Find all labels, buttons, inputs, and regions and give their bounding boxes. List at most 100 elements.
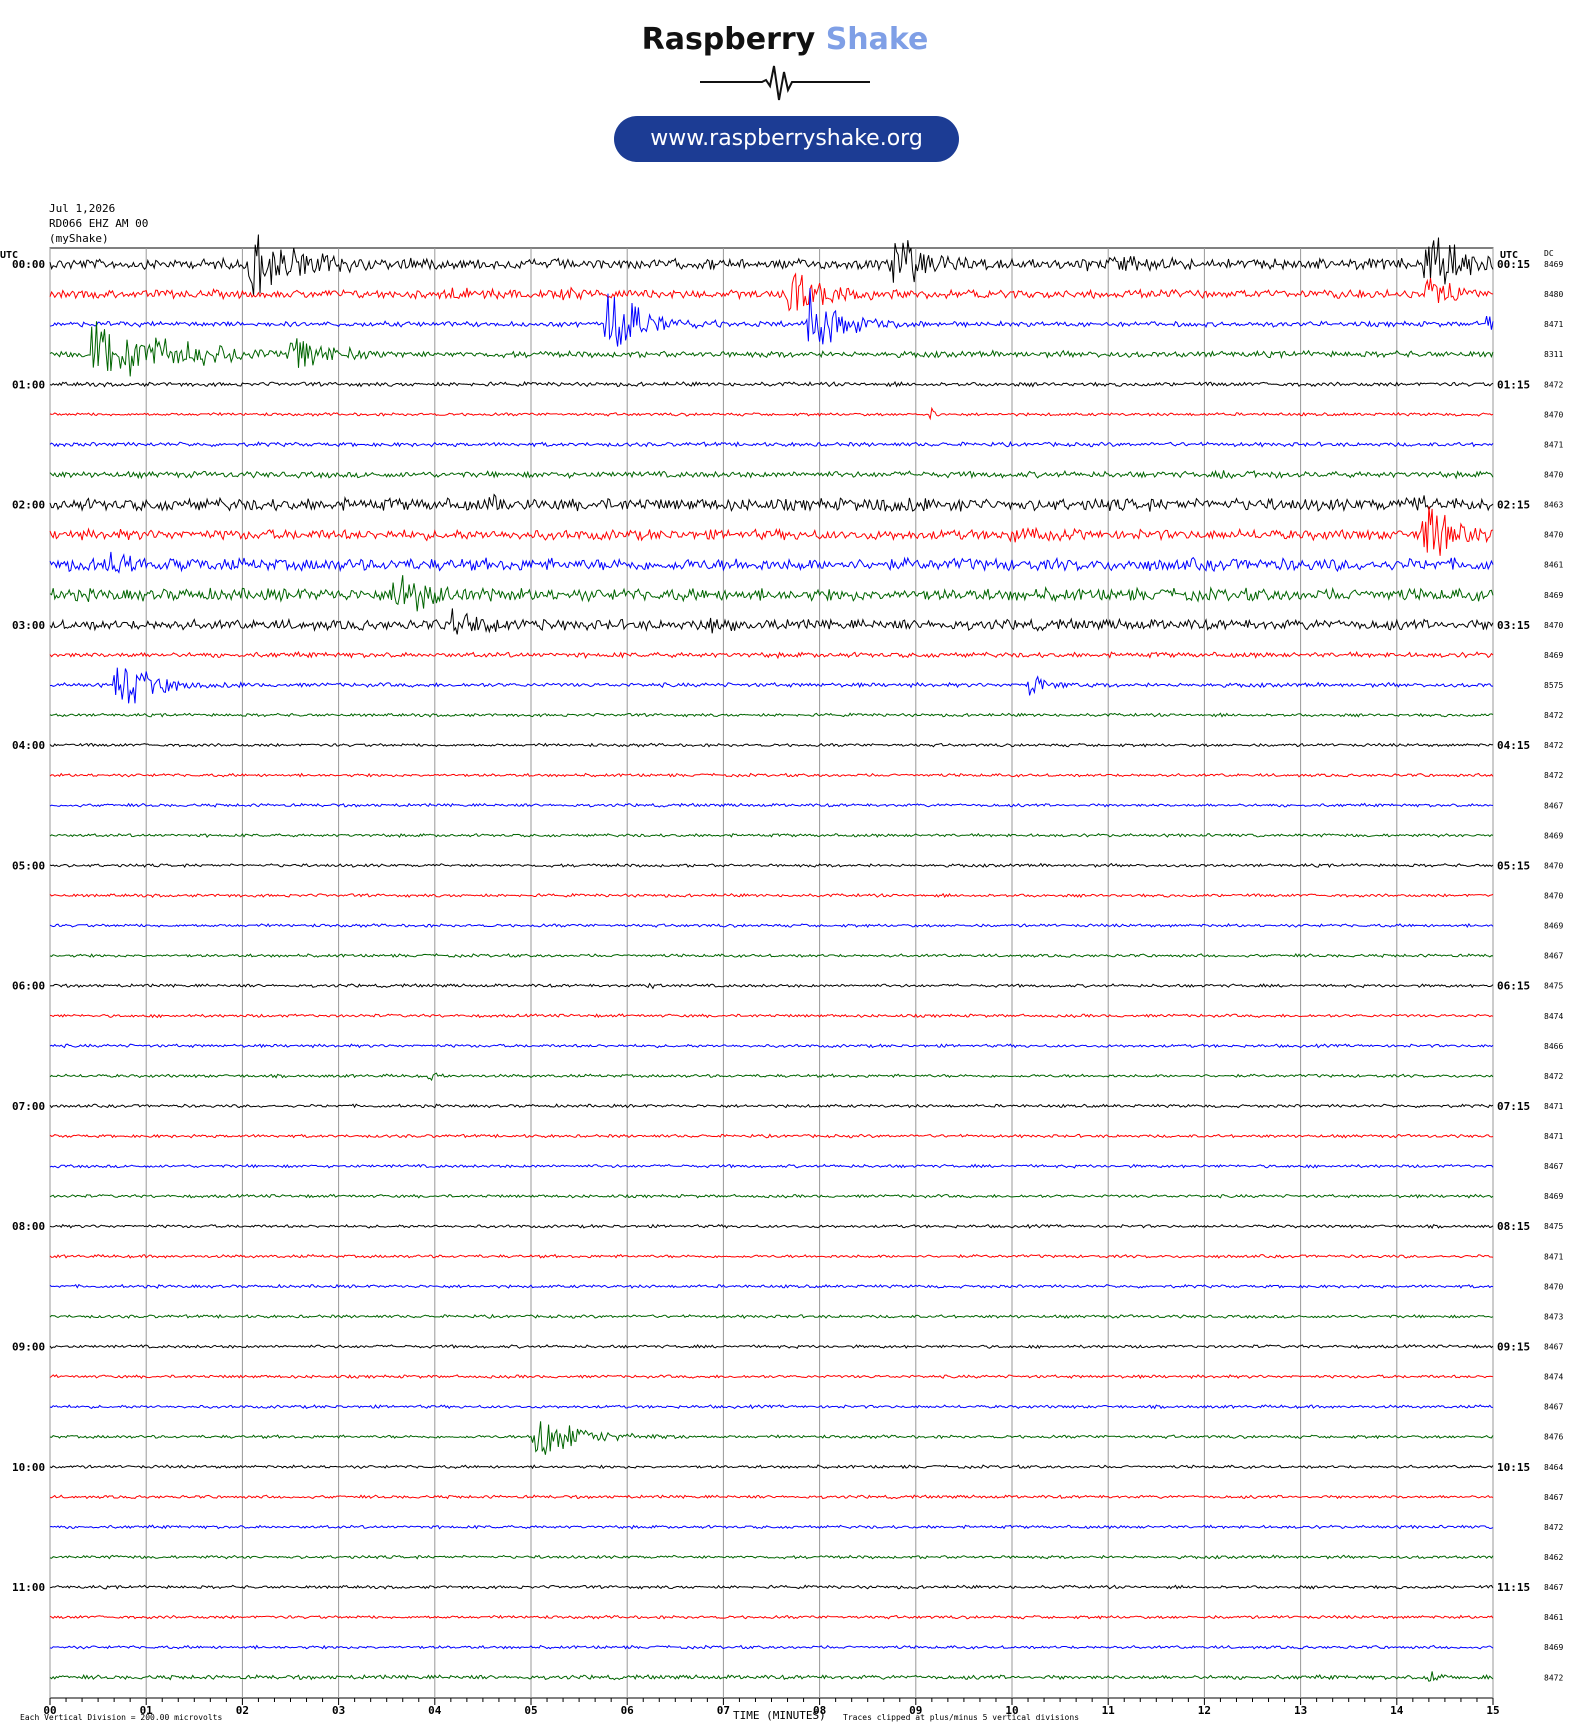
row-dc-value: 8472	[1544, 380, 1563, 389]
row-time-label-left: 00:00	[12, 258, 45, 271]
seismic-trace-11	[49, 575, 1494, 612]
row-dc-value: 8480	[1544, 290, 1563, 299]
row-time-label-left: 03:00	[12, 619, 45, 632]
row-time-label-left: 09:00	[12, 1341, 45, 1354]
seismic-trace-45	[49, 1614, 1494, 1620]
seismic-trace-27	[49, 1072, 1494, 1082]
row-time-label-right: 02:15	[1497, 499, 1530, 512]
seismic-trace-46	[49, 1644, 1494, 1650]
seismic-trace-38	[49, 1404, 1494, 1410]
x-tick-label: 13	[1294, 1704, 1307, 1717]
row-dc-value: 8475	[1544, 982, 1563, 991]
row-dc-value: 8467	[1544, 1493, 1563, 1502]
row-dc-value: 8461	[1544, 1613, 1563, 1622]
row-dc-value: 8467	[1544, 801, 1563, 810]
x-tick-label: 11	[1102, 1704, 1116, 1717]
row-dc-value: 8474	[1544, 1012, 1563, 1021]
seismic-trace-39	[49, 1421, 1494, 1455]
seismic-trace-13	[49, 650, 1494, 660]
seismic-trace-17	[49, 772, 1494, 778]
row-dc-value: 8467	[1544, 1583, 1563, 1592]
row-dc-value: 8471	[1544, 1252, 1563, 1261]
row-dc-value: 8472	[1544, 1072, 1563, 1081]
row-dc-value: 8469	[1544, 260, 1563, 269]
row-dc-value: 8470	[1544, 891, 1563, 900]
row-dc-value: 8474	[1544, 1373, 1563, 1382]
x-axis-title: TIME (MINUTES)	[733, 1709, 826, 1722]
dc-column-title: DC	[1544, 249, 1554, 258]
x-tick-label: 04	[428, 1704, 442, 1717]
seismic-trace-8	[49, 493, 1494, 513]
seismic-trace-9	[49, 506, 1494, 556]
row-dc-value: 8472	[1544, 771, 1563, 780]
row-dc-value: 8575	[1544, 681, 1563, 690]
seismic-trace-5	[49, 406, 1494, 421]
seismic-trace-28	[49, 1103, 1494, 1109]
seismic-trace-31	[49, 1193, 1494, 1199]
scale-note: Each Vertical Division = 200.00 microvol…	[20, 1713, 223, 1722]
row-dc-value: 8472	[1544, 741, 1563, 750]
row-time-label-left: 08:00	[12, 1220, 45, 1233]
x-tick-label: 03	[332, 1704, 345, 1717]
row-dc-value: 8467	[1544, 1162, 1563, 1171]
x-tick-label: 06	[621, 1704, 635, 1717]
seismic-traces	[49, 234, 1494, 1682]
row-dc-value: 8469	[1544, 651, 1563, 660]
row-time-label-right: 11:15	[1497, 1581, 1530, 1594]
seismic-trace-18	[49, 802, 1494, 808]
row-time-label-left: 04:00	[12, 739, 45, 752]
row-dc-value: 8471	[1544, 440, 1563, 449]
seismic-trace-22	[49, 922, 1494, 929]
row-time-label-right: 06:15	[1497, 980, 1530, 993]
row-time-label-right: 07:15	[1497, 1100, 1530, 1113]
seismic-trace-16	[49, 742, 1494, 748]
row-dc-value: 8475	[1544, 1222, 1563, 1231]
row-time-label-right: 04:15	[1497, 739, 1530, 752]
row-dc-value: 8470	[1544, 410, 1563, 419]
seismic-trace-10	[49, 551, 1494, 574]
x-tick-label: 12	[1198, 1704, 1211, 1717]
x-tick-label: 05	[524, 1704, 537, 1717]
x-tick-label: 07	[717, 1704, 730, 1717]
seismic-trace-26	[49, 1043, 1494, 1049]
row-time-label-right: 05:15	[1497, 859, 1530, 872]
row-time-label-right: 08:15	[1497, 1220, 1530, 1233]
seismic-trace-37	[49, 1374, 1494, 1380]
seismic-trace-1	[49, 272, 1494, 312]
seismic-trace-7	[49, 469, 1494, 480]
seismic-trace-14	[49, 667, 1494, 704]
seismic-trace-21	[49, 892, 1494, 899]
row-dc-value: 8462	[1544, 1553, 1563, 1562]
row-dc-value: 8472	[1544, 1523, 1563, 1532]
seismic-trace-44	[49, 1584, 1494, 1590]
row-dc-value: 8311	[1544, 350, 1563, 359]
row-dc-value: 8470	[1544, 531, 1563, 540]
row-time-label-left: 10:00	[12, 1461, 45, 1474]
seismic-trace-6	[49, 440, 1494, 448]
row-dc-value: 8464	[1544, 1463, 1563, 1472]
row-dc-value: 8463	[1544, 501, 1563, 510]
seismic-trace-41	[49, 1494, 1494, 1500]
seismic-trace-4	[49, 380, 1494, 388]
row-dc-value: 8470	[1544, 470, 1563, 479]
row-time-label-left: 11:00	[12, 1581, 45, 1594]
seismic-trace-3	[49, 321, 1494, 377]
seismic-trace-35	[49, 1313, 1494, 1319]
row-dc-value: 8470	[1544, 621, 1563, 630]
seismic-trace-32	[49, 1223, 1494, 1229]
seismic-trace-42	[49, 1524, 1494, 1530]
seismic-trace-12	[49, 608, 1494, 635]
grid-lines	[49, 247, 1494, 1705]
row-dc-value: 8469	[1544, 922, 1563, 931]
row-dc-value: 8470	[1544, 861, 1563, 870]
seismic-trace-33	[49, 1253, 1494, 1259]
row-dc-value: 8461	[1544, 561, 1563, 570]
seismic-trace-36	[49, 1343, 1494, 1350]
row-time-label-right: 03:15	[1497, 619, 1530, 632]
row-dc-value: 8467	[1544, 952, 1563, 961]
x-tick-label: 02	[236, 1704, 249, 1717]
seismic-trace-15	[49, 712, 1494, 718]
row-time-label-right: 01:15	[1497, 378, 1530, 391]
row-dc-value: 8467	[1544, 1343, 1563, 1352]
row-dc-value: 8476	[1544, 1433, 1563, 1442]
